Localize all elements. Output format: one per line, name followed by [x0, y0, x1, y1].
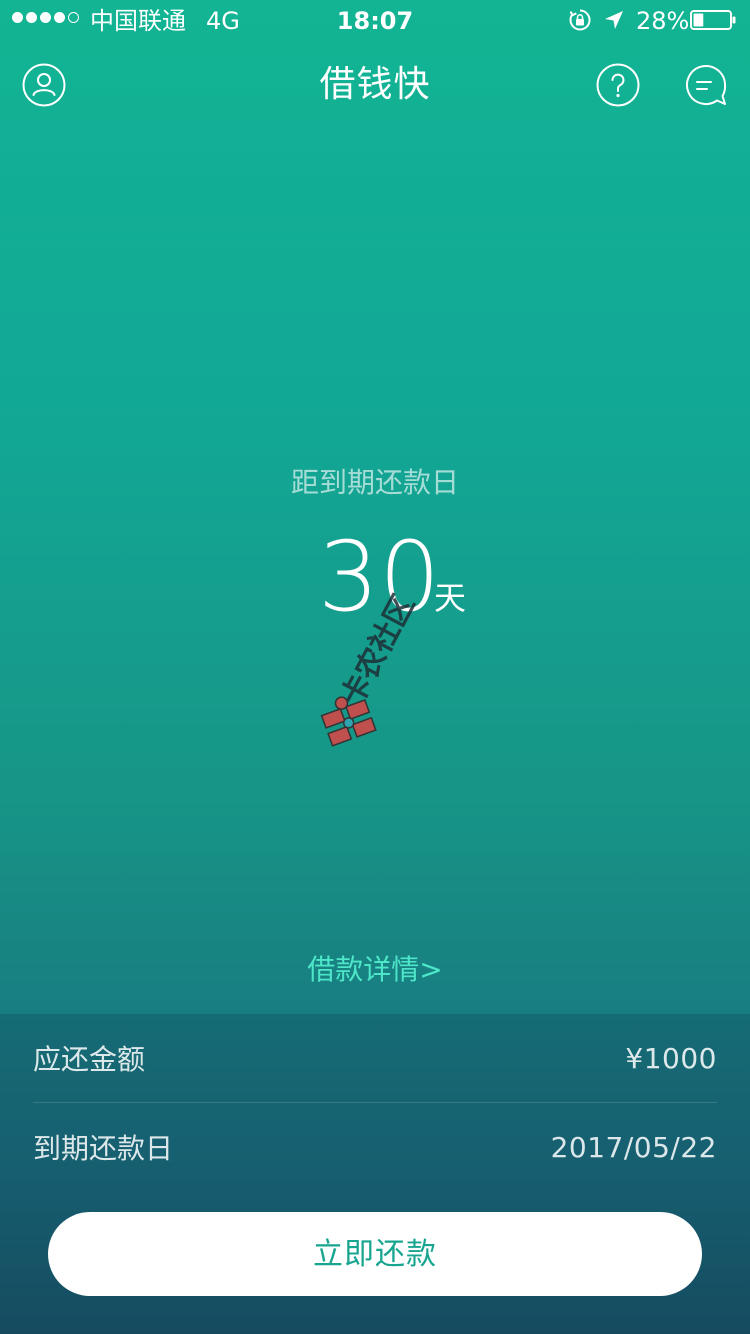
location-icon	[605, 11, 623, 29]
status-bar: 中国联通 4G 18:07 28%	[0, 0, 750, 40]
repay-now-button[interactable]: 立即还款	[48, 1212, 702, 1296]
countdown-label: 距到期还款日	[290, 466, 459, 499]
message-icon	[686, 65, 727, 105]
battery-percent: 28%	[636, 7, 690, 35]
due-date-label: 到期还款日	[33, 1132, 174, 1165]
due-date-value: 2017/05/22	[550, 1130, 717, 1164]
amount-due-value: ¥1000	[625, 1041, 717, 1075]
battery-icon	[690, 10, 736, 30]
watermark-text: 卡农社区	[335, 590, 422, 712]
amount-due-label: 应还金额	[33, 1043, 146, 1076]
amount-due-row: 应还金额 ¥1000	[33, 1014, 717, 1102]
watermark-logo: 卡农社区	[320, 590, 422, 747]
message-button[interactable]	[684, 63, 728, 107]
help-button[interactable]	[596, 63, 640, 107]
orientation-lock-icon	[569, 9, 591, 31]
due-date-row: 到期还款日 2017/05/22	[33, 1102, 717, 1191]
countdown-unit: 天	[434, 579, 467, 617]
help-icon	[596, 63, 640, 107]
app-screen: 中国联通 4G 18:07 28% 借钱快 距到期还款日 30 天 卡农社区 借…	[0, 0, 750, 1334]
loan-details-link[interactable]: 借款详情>	[0, 950, 750, 990]
